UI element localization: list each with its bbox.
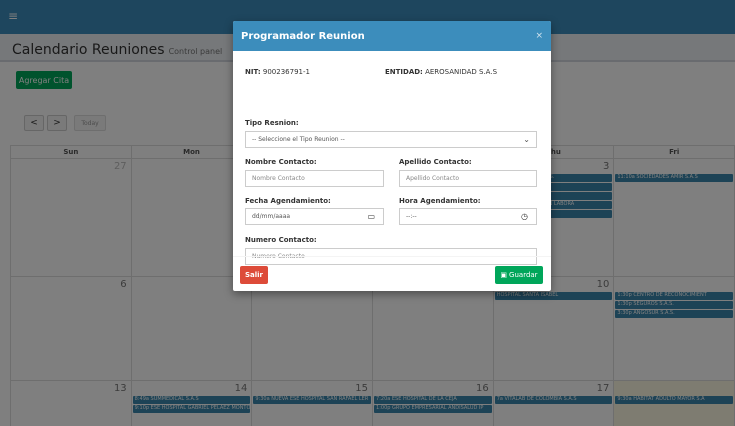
modal-header: Programador Reunion ×	[233, 21, 551, 51]
meeting-scheduler-modal: Programador Reunion × NIT: 900236791-1 E…	[233, 21, 551, 291]
modal-title: Programador Reunion	[241, 30, 365, 42]
fecha-input[interactable]: dd/mm/aaaa ▭	[245, 208, 384, 225]
nombre-input[interactable]: Nombre Contacto	[245, 170, 384, 187]
nit-info: NIT: 900236791-1	[245, 68, 310, 76]
clock-icon[interactable]: ◷	[521, 212, 528, 221]
hora-label: Hora Agendamiento:	[399, 197, 481, 205]
entity-label: ENTIDAD:	[385, 68, 423, 76]
apellido-placeholder: Apellido Contacto	[406, 175, 460, 182]
exit-button[interactable]: Salir	[240, 266, 268, 284]
tipo-select[interactable]: -- Seleccione el Tipo Reunion -- ⌄	[245, 131, 537, 148]
tipo-selected: -- Seleccione el Tipo Reunion --	[252, 136, 345, 143]
tipo-label: Tipo Resnion:	[245, 119, 299, 127]
nombre-label: Nombre Contacto:	[245, 158, 317, 166]
hora-input[interactable]: --:-- ◷	[399, 208, 537, 225]
apellido-label: Apellido Contacto:	[399, 158, 472, 166]
apellido-input[interactable]: Apellido Contacto	[399, 170, 537, 187]
numero-label: Numero Contacto:	[245, 236, 317, 244]
modal-footer: Salir ▣ Guardar	[233, 256, 551, 284]
chevron-down-icon: ⌄	[523, 135, 530, 144]
calendar-icon[interactable]: ▭	[367, 212, 375, 221]
close-icon[interactable]: ×	[535, 31, 543, 41]
entity-info: ENTIDAD: AEROSANIDAD S.A.S	[385, 68, 497, 76]
hora-value: --:--	[406, 213, 417, 220]
nit-value: 900236791-1	[262, 68, 310, 76]
save-label: Guardar	[509, 271, 538, 279]
fecha-value: dd/mm/aaaa	[252, 213, 291, 220]
save-button[interactable]: ▣ Guardar	[495, 266, 543, 284]
nit-label: NIT:	[245, 68, 261, 76]
nombre-placeholder: Nombre Contacto	[252, 175, 305, 182]
entity-value: AEROSANIDAD S.A.S	[425, 68, 498, 76]
save-icon: ▣	[500, 271, 508, 279]
fecha-label: Fecha Agendamiento:	[245, 197, 331, 205]
